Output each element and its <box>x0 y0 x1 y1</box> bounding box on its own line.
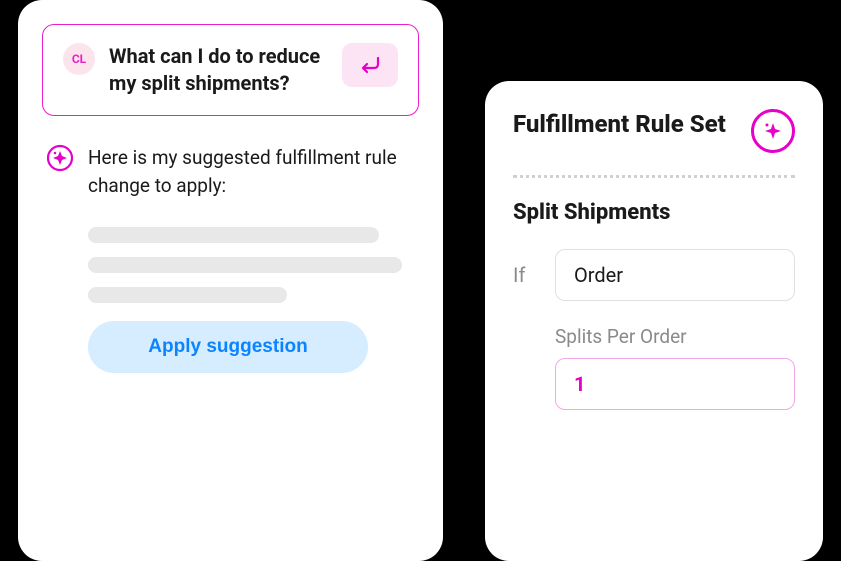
skeleton-line <box>88 257 402 273</box>
skeleton-line <box>88 287 287 303</box>
condition-label: If <box>513 263 541 287</box>
apply-suggestion-button[interactable]: Apply suggestion <box>88 321 368 373</box>
skeleton-placeholder <box>42 227 419 303</box>
rule-header: Fulfillment Rule Set <box>513 109 795 153</box>
splits-field-label: Splits Per Order <box>555 325 795 348</box>
skeleton-line <box>88 227 379 243</box>
return-icon <box>358 55 382 75</box>
divider <box>513 175 795 178</box>
condition-row: If Order <box>513 249 795 301</box>
user-avatar: CL <box>63 43 95 75</box>
sparkle-icon <box>761 119 785 143</box>
chat-card: CL What can I do to reduce my split ship… <box>18 0 443 561</box>
condition-select[interactable]: Order <box>555 249 795 301</box>
rule-title: Fulfillment Rule Set <box>513 109 726 139</box>
section-title: Split Shipments <box>513 200 795 225</box>
splits-per-order-input[interactable]: 1 <box>555 358 795 410</box>
sparkle-badge <box>751 109 795 153</box>
sparkle-icon <box>46 144 74 172</box>
fulfillment-rule-card: Fulfillment Rule Set Split Shipments If … <box>485 81 823 561</box>
user-query-box: CL What can I do to reduce my split ship… <box>42 24 419 116</box>
assistant-response: Here is my suggested fulfillment rule ch… <box>42 144 419 199</box>
assistant-response-text: Here is my suggested fulfillment rule ch… <box>88 144 415 199</box>
user-query-text: What can I do to reduce my split shipmen… <box>109 43 328 97</box>
submit-button[interactable] <box>342 43 398 87</box>
splits-field-group: Splits Per Order 1 <box>513 325 795 410</box>
